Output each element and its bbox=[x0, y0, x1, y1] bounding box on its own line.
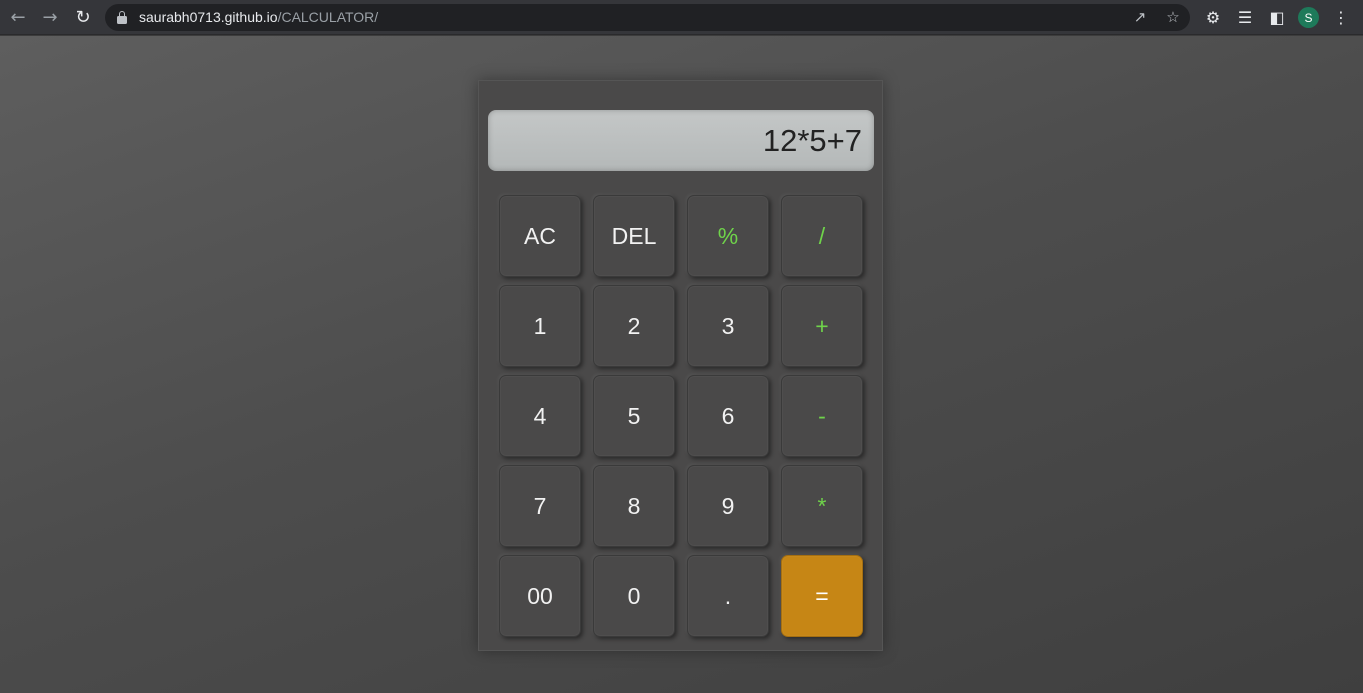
url-path: /CALCULATOR/ bbox=[277, 9, 379, 25]
key-5[interactable]: 5 bbox=[593, 375, 675, 457]
calculator: 12*5+7 AC DEL%/ 1 2 3 +4 5 6- 7 8 9 * 00 0. = bbox=[478, 80, 883, 651]
browser-toolbar: ← → ↻ saurabh0713.github.io/CALCULATOR/ … bbox=[0, 0, 1363, 35]
key-00[interactable]: 00 bbox=[499, 555, 581, 637]
key-9[interactable]: 9 bbox=[687, 465, 769, 547]
key-8[interactable]: 8 bbox=[593, 465, 675, 547]
url-text[interactable]: saurabh0713.github.io/CALCULATOR/ bbox=[139, 9, 378, 25]
key-percent[interactable]: % bbox=[687, 195, 769, 277]
calculator-display: 12*5+7 bbox=[488, 110, 874, 171]
lock-icon[interactable] bbox=[117, 11, 127, 24]
key-1[interactable]: 1 bbox=[499, 285, 581, 367]
key-divide[interactable]: / bbox=[781, 195, 863, 277]
share-icon[interactable]: ↗ bbox=[1130, 7, 1150, 27]
key-0[interactable]: 0 bbox=[593, 555, 675, 637]
key-equals[interactable]: = bbox=[781, 555, 863, 637]
key-ac[interactable]: AC bbox=[499, 195, 581, 277]
menu-kebab-icon[interactable]: ⋮ bbox=[1330, 6, 1352, 28]
forward-arrow-icon[interactable]: → bbox=[38, 6, 62, 30]
profile-initial: S bbox=[1304, 10, 1313, 25]
bookmark-star-icon[interactable]: ☆ bbox=[1163, 7, 1183, 27]
extensions-puzzle-icon[interactable]: ⚙ bbox=[1202, 6, 1224, 28]
reload-icon[interactable]: ↻ bbox=[71, 6, 95, 30]
page-background: 12*5+7 AC DEL%/ 1 2 3 +4 5 6- 7 8 9 * 00 0. = bbox=[0, 36, 1363, 693]
back-arrow-icon[interactable]: ← bbox=[6, 6, 30, 30]
key-4[interactable]: 4 bbox=[499, 375, 581, 457]
key-decimal[interactable]: . bbox=[687, 555, 769, 637]
key-plus[interactable]: + bbox=[781, 285, 863, 367]
side-panel-icon[interactable]: ◧ bbox=[1266, 6, 1288, 28]
key-del[interactable]: DEL bbox=[593, 195, 675, 277]
key-2[interactable]: 2 bbox=[593, 285, 675, 367]
profile-avatar[interactable]: S bbox=[1298, 7, 1319, 28]
key-multiply[interactable]: * bbox=[781, 465, 863, 547]
key-minus[interactable]: - bbox=[781, 375, 863, 457]
media-queue-icon[interactable]: ☰ bbox=[1234, 6, 1256, 28]
keypad: AC DEL%/ 1 2 3 +4 5 6- 7 8 9 * 00 0. = bbox=[499, 195, 863, 637]
key-7[interactable]: 7 bbox=[499, 465, 581, 547]
key-3[interactable]: 3 bbox=[687, 285, 769, 367]
address-bar[interactable]: saurabh0713.github.io/CALCULATOR/ ↗ ☆ bbox=[105, 4, 1190, 31]
url-domain: saurabh0713.github.io bbox=[139, 9, 278, 25]
key-6[interactable]: 6 bbox=[687, 375, 769, 457]
